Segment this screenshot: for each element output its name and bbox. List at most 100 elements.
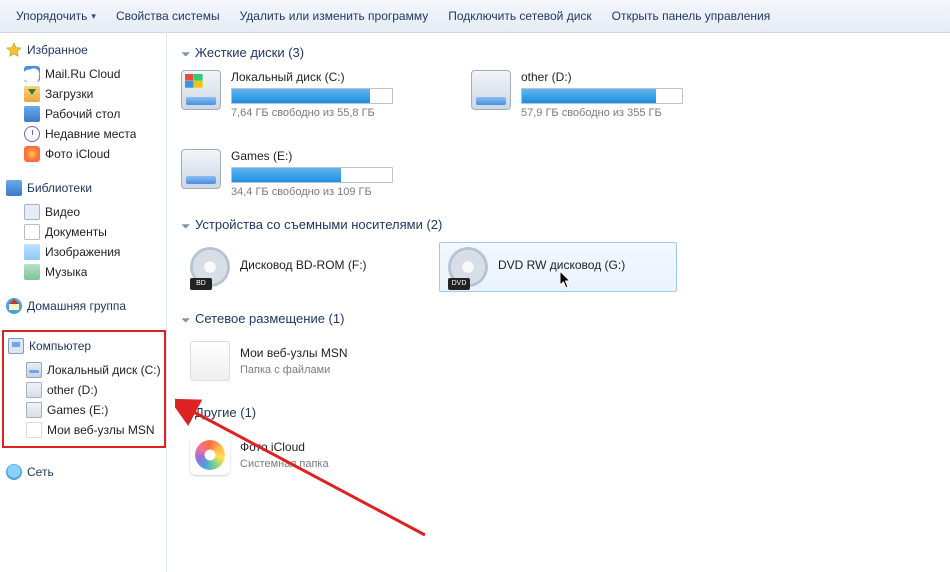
nav-item-label: other (D:) — [47, 383, 98, 397]
organize-menu[interactable]: Упорядочить — [6, 0, 106, 32]
capacity-bar — [231, 167, 393, 183]
nav-item-label: Mail.Ru Cloud — [45, 67, 120, 81]
section-title: Другие (1) — [195, 405, 256, 420]
nav-item-drive-c[interactable]: Локальный диск (C:) — [4, 360, 164, 380]
nav-header-computer[interactable]: Компьютер — [4, 336, 164, 356]
dvd-icon — [448, 247, 488, 287]
bd-icon — [190, 247, 230, 287]
music-icon — [24, 264, 40, 280]
section-header[interactable]: Другие (1) — [181, 404, 936, 420]
nav-header-homegroup[interactable]: Домашняя группа — [6, 296, 166, 316]
section-title: Жесткие диски (3) — [195, 45, 304, 60]
section-header[interactable]: Устройства со съемными носителями (2) — [181, 216, 936, 232]
nav-item-label: Музыка — [45, 265, 87, 279]
toolbar-item-label: Подключить сетевой диск — [448, 9, 591, 23]
drive-dvd-rw[interactable]: DVD RW дисковод (G:) — [439, 242, 677, 292]
nav-item-label: Изображения — [45, 245, 120, 259]
nav-item-label: Загрузки — [45, 87, 93, 101]
nav-item-label: Фото iCloud — [45, 147, 110, 161]
section-header[interactable]: Жесткие диски (3) — [181, 44, 936, 60]
star-icon — [6, 42, 22, 58]
homegroup-icon — [6, 298, 22, 314]
netloc-msn[interactable]: Мои веб-узлы MSN Папка с файлами — [181, 336, 356, 386]
item-subtitle: Папка с файлами — [240, 364, 347, 376]
nav-item-label: Games (E:) — [47, 403, 108, 417]
item-subtitle: Системная папка — [240, 458, 329, 470]
section-other: Другие (1) Фото iCloud Системная папка — [181, 404, 936, 480]
other-photo-icloud[interactable]: Фото iCloud Системная папка — [181, 430, 338, 480]
nav-group-computer: Компьютер Локальный диск (C:) other (D:)… — [2, 330, 166, 448]
drive-d[interactable]: other (D:) 57,9 ГБ свободно из 355 ГБ — [471, 70, 731, 119]
nav-header-label: Библиотеки — [27, 181, 92, 195]
photo-icon — [24, 146, 40, 162]
drive-free-text: 7,64 ГБ свободно из 55,8 ГБ — [231, 107, 441, 119]
nav-group-libraries: Библиотеки Видео Документы Изображения М… — [6, 178, 166, 282]
nav-item-label: Мои веб-узлы MSN — [47, 423, 154, 437]
toolbar-control-panel[interactable]: Открыть панель управления — [602, 0, 781, 32]
nav-item-label: Локальный диск (C:) — [47, 363, 161, 377]
hdd-icon — [26, 382, 42, 398]
nav-header-label: Домашняя группа — [27, 299, 126, 313]
nav-header-label: Сеть — [27, 465, 54, 479]
nav-item-music[interactable]: Музыка — [6, 262, 166, 282]
nav-header-libraries[interactable]: Библиотеки — [6, 178, 166, 198]
cursor-icon — [560, 271, 572, 289]
nav-item-pictures[interactable]: Изображения — [6, 242, 166, 262]
capacity-fill — [522, 89, 656, 103]
nav-group-network: Сеть — [6, 462, 166, 482]
nav-header-label: Избранное — [27, 43, 88, 57]
icloud-photos-icon — [190, 435, 230, 475]
toolbar-map-network-drive[interactable]: Подключить сетевой диск — [438, 0, 601, 32]
nav-header-label: Компьютер — [29, 339, 91, 353]
nav-header-favorites[interactable]: Избранное — [6, 40, 166, 60]
drive-icon — [181, 70, 221, 110]
page-icon — [26, 422, 42, 438]
drive-e[interactable]: Games (E:) 34,4 ГБ свободно из 109 ГБ — [181, 149, 441, 198]
nav-item-desktop[interactable]: Рабочий стол — [6, 104, 166, 124]
folder-icon — [190, 341, 230, 381]
drive-icon — [181, 149, 221, 189]
organize-label: Упорядочить — [16, 0, 87, 32]
nav-item-label: Недавние места — [45, 127, 136, 141]
item-title: Мои веб-узлы MSN — [240, 346, 347, 360]
section-title: Устройства со съемными носителями (2) — [195, 217, 442, 232]
drive-title: Дисковод BD-ROM (F:) — [240, 258, 367, 272]
nav-item-downloads[interactable]: Загрузки — [6, 84, 166, 104]
section-header[interactable]: Сетевое размещение (1) — [181, 310, 936, 326]
nav-item-mailru-cloud[interactable]: Mail.Ru Cloud — [6, 64, 166, 84]
network-icon — [6, 464, 22, 480]
nav-item-documents[interactable]: Документы — [6, 222, 166, 242]
nav-item-recent[interactable]: Недавние места — [6, 124, 166, 144]
nav-item-drive-d[interactable]: other (D:) — [4, 380, 164, 400]
item-title: Фото iCloud — [240, 440, 329, 454]
nav-item-drive-e[interactable]: Games (E:) — [4, 400, 164, 420]
nav-group-favorites: Избранное Mail.Ru Cloud Загрузки Рабочий… — [6, 40, 166, 164]
drive-bd-rom[interactable]: Дисковод BD-ROM (F:) — [181, 242, 419, 292]
drive-free-text: 34,4 ГБ свободно из 109 ГБ — [231, 186, 441, 198]
navigation-pane: Избранное Mail.Ru Cloud Загрузки Рабочий… — [0, 32, 167, 572]
drive-info: Games (E:) 34,4 ГБ свободно из 109 ГБ — [231, 149, 441, 198]
section-removable: Устройства со съемными носителями (2) Ди… — [181, 216, 936, 292]
drive-c[interactable]: Локальный диск (C:) 7,64 ГБ свободно из … — [181, 70, 441, 119]
drive-title: Games (E:) — [231, 149, 441, 163]
nav-item-videos[interactable]: Видео — [6, 202, 166, 222]
nav-item-msn[interactable]: Мои веб-узлы MSN — [4, 420, 164, 440]
nav-header-network[interactable]: Сеть — [6, 462, 166, 482]
capacity-fill — [232, 89, 370, 103]
drive-title: DVD RW дисковод (G:) — [498, 258, 625, 272]
toolbar-system-properties[interactable]: Свойства системы — [106, 0, 230, 32]
toolbar-item-label: Удалить или изменить программу — [240, 9, 429, 23]
nav-item-photo-icloud[interactable]: Фото iCloud — [6, 144, 166, 164]
toolbar-item-label: Свойства системы — [116, 9, 220, 23]
content-pane: Жесткие диски (3) Локальный диск (C:) 7,… — [167, 32, 950, 572]
documents-icon — [24, 224, 40, 240]
downloads-icon — [24, 86, 40, 102]
section-network-locations: Сетевое размещение (1) Мои веб-узлы MSN … — [181, 310, 936, 386]
capacity-bar — [231, 88, 393, 104]
section-hard-drives: Жесткие диски (3) Локальный диск (C:) 7,… — [181, 44, 936, 198]
toolbar-uninstall-program[interactable]: Удалить или изменить программу — [230, 0, 439, 32]
nav-group-homegroup: Домашняя группа — [6, 296, 166, 316]
desktop-icon — [24, 106, 40, 122]
drive-icon — [471, 70, 511, 110]
nav-item-label: Документы — [45, 225, 107, 239]
